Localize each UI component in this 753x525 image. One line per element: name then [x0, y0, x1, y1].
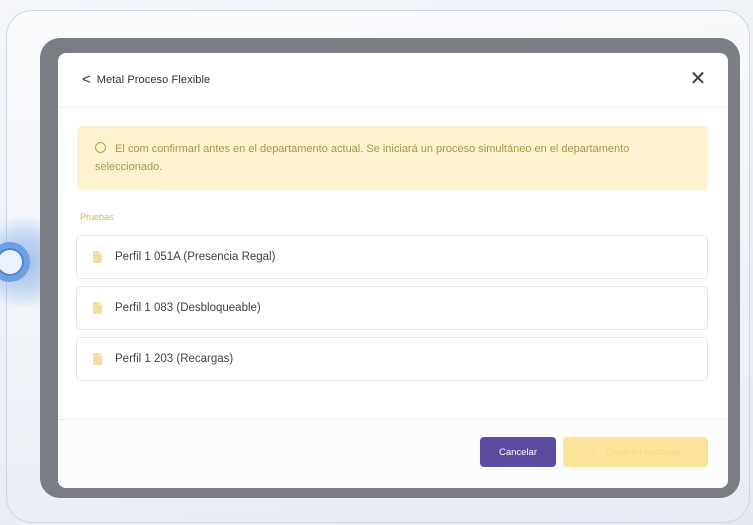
alert-text: El com confirmarl antes en el departamen…: [95, 143, 630, 173]
info-circle-icon: [95, 142, 106, 153]
modal-dialog: < Metal Proceso Flexible ✕ El com confir…: [58, 53, 728, 488]
footer-divider: [58, 419, 728, 420]
document-icon: [93, 302, 102, 314]
list-item-label: Perfil 1 203 (Recargas): [115, 353, 234, 365]
modal-title: Metal Proceso Flexible: [96, 74, 211, 86]
confirm-button-label: Crear en cascada: [604, 446, 680, 458]
list-item[interactable]: Perfil 1 083 (Desbloqueable): [76, 286, 708, 330]
document-icon: [93, 353, 102, 365]
list-item-label: Perfil 1 083 (Desbloqueable): [115, 302, 261, 314]
list-item[interactable]: Perfil 1 203 (Recargas): [76, 337, 708, 381]
modal-header: < Metal Proceso Flexible: [58, 53, 728, 107]
cancel-button[interactable]: Cancelar: [480, 437, 556, 467]
check-icon: ✓: [591, 446, 599, 458]
warning-alert: El com confirmarl antes en el departamen…: [77, 126, 708, 190]
list-item[interactable]: Perfil 1 051A (Presencia Regal): [76, 235, 708, 279]
back-arrow-icon[interactable]: <: [82, 71, 91, 88]
document-icon: [93, 251, 102, 263]
header-divider: [58, 107, 728, 108]
section-label: Pruebas: [80, 212, 114, 222]
confirm-button[interactable]: ✓ Crear en cascada: [563, 437, 708, 467]
list-item-label: Perfil 1 051A (Presencia Regal): [115, 251, 276, 263]
close-icon[interactable]: ✕: [688, 69, 708, 89]
